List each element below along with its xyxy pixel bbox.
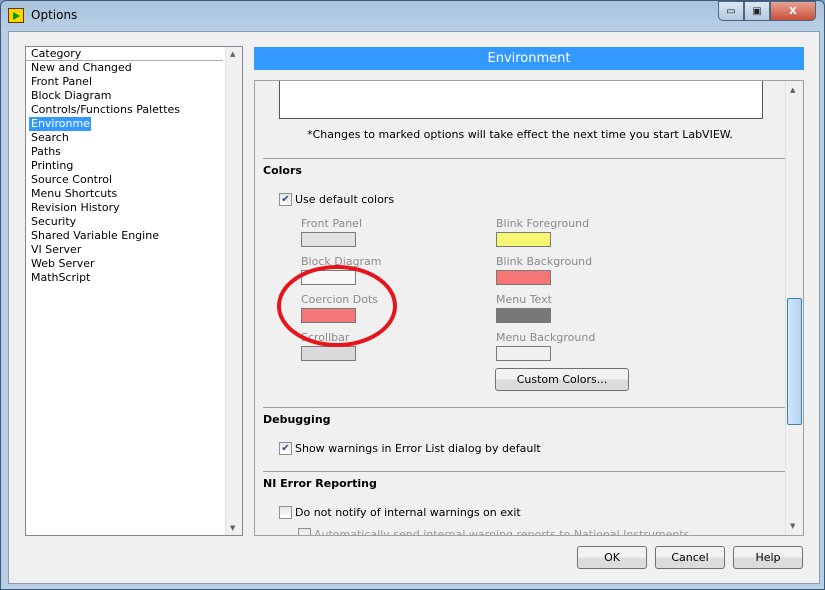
minimize-button[interactable]: ▭ [718, 1, 744, 21]
sidebar-item-revision-history[interactable]: Revision History [26, 201, 223, 215]
sidebar-item-block-diagram[interactable]: Block Diagram [26, 89, 223, 103]
sidebar-item-web-server[interactable]: Web Server [26, 257, 223, 271]
maximize-button[interactable]: ▣ [744, 1, 770, 21]
annotation-ellipse [277, 265, 397, 347]
sidebar-item-menu-shortcuts[interactable]: Menu Shortcuts [26, 187, 223, 201]
help-button[interactable]: Help [733, 546, 803, 569]
close-button[interactable]: X [770, 1, 816, 21]
settings-panel: *Changes to marked options will take eff… [254, 80, 804, 536]
dialog-client: Category New and Changed Front Panel Block… [8, 31, 820, 584]
sidebar-item-security[interactable]: Security [26, 215, 223, 229]
scroll-up-arrow-icon[interactable]: ▲ [230, 50, 235, 58]
cancel-button[interactable]: Cancel [655, 546, 725, 569]
scroll-down-arrow-icon[interactable]: ▼ [790, 522, 795, 530]
category-list[interactable]: Category New and Changed Front Panel Block… [25, 46, 243, 536]
page-title: Environment [254, 47, 804, 70]
scroll-up-arrow-icon[interactable]: ▲ [790, 86, 795, 94]
labview-app-icon [8, 8, 24, 23]
panel-scrollbar[interactable]: ▲ ▼ [785, 81, 803, 535]
ok-button[interactable]: OK [577, 546, 647, 569]
sidebar-item-vi-server[interactable]: VI Server [26, 243, 223, 257]
sidebar-item-paths[interactable]: Paths [26, 145, 223, 159]
category-header: Category [26, 47, 223, 61]
sidebar-item-shared-variable-engine[interactable]: Shared Variable Engine [26, 229, 223, 243]
options-window: Options ▭ ▣ X Category New and Changed Fr… [0, 0, 825, 590]
sidebar-item-mathscript[interactable]: MathScript [26, 271, 223, 285]
sidebar-item-controls-functions-palettes[interactable]: Controls/Functions Palettes [26, 103, 223, 117]
scrollbar-thumb[interactable] [787, 298, 802, 425]
sidebar-item-new-and-changed[interactable]: New and Changed [26, 61, 223, 75]
sidebar-item-front-panel[interactable]: Front Panel [26, 75, 223, 89]
sidebar-item-environment[interactable]: Environment [29, 117, 101, 131]
sidebar-item-source-control[interactable]: Source Control [26, 173, 223, 187]
red-circle-annotation [277, 265, 397, 347]
category-scrollbar[interactable]: ▲ ▼ [225, 47, 242, 535]
sidebar-item-search[interactable]: Search [26, 131, 223, 145]
window-title: Options [31, 8, 78, 22]
scroll-down-arrow-icon[interactable]: ▼ [230, 524, 235, 532]
sidebar-item-printing[interactable]: Printing [26, 159, 223, 173]
